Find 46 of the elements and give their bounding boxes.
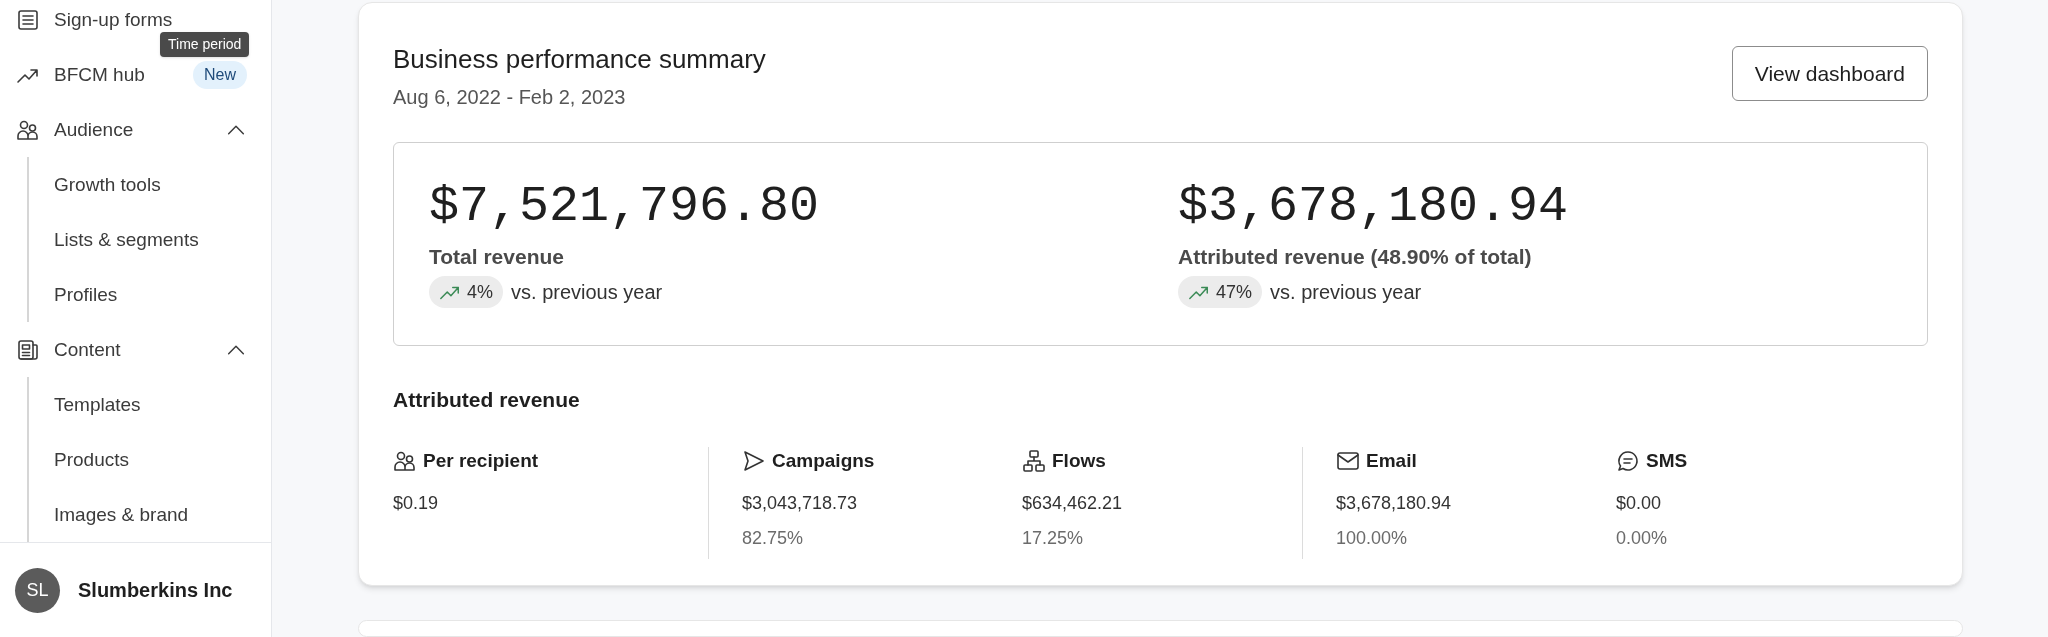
stat-share: 100.00% <box>1336 526 1409 550</box>
sidebar-subitem[interactable]: Products <box>54 448 129 471</box>
hierarchy-icon <box>1022 449 1046 474</box>
change-badge: 4% <box>429 276 503 308</box>
account-name: Slumberkins Inc <box>78 578 233 603</box>
view-dashboard-button[interactable]: View dashboard <box>1731 46 1928 101</box>
chat-bubble-icon <box>1616 449 1640 474</box>
time-period-tooltip: Time period <box>160 32 250 57</box>
stat-label: SMS <box>1646 449 1688 473</box>
stat-label: Email <box>1366 449 1417 473</box>
stat-share: 82.75% <box>742 526 805 550</box>
stat-label: Flows <box>1052 449 1106 473</box>
stat-share: 17.25% <box>1022 526 1085 550</box>
sidebar-item[interactable]: BFCM hub <box>54 63 145 86</box>
people-icon <box>393 449 417 474</box>
sidebar-item[interactable]: Audience <box>54 118 134 141</box>
sidebar-subitem[interactable]: Profiles <box>54 283 118 306</box>
avatar-initials: SL <box>15 567 60 613</box>
send-icon <box>742 449 766 474</box>
stat-value: $3,043,718.73 <box>742 491 859 515</box>
revenue-amount: $7,521,796.80 <box>429 178 821 235</box>
sidebar-subitem[interactable]: Images & brand <box>54 503 189 526</box>
newspaper-icon <box>16 337 40 362</box>
sidebar-subitem[interactable]: Templates <box>54 393 141 416</box>
stat-value: $0.19 <box>393 491 440 515</box>
stat-value: $0.00 <box>1616 491 1663 515</box>
stat-value: $3,678,180.94 <box>1336 491 1453 515</box>
stat-label: Campaigns <box>772 449 875 473</box>
revenue-label: Attributed revenue (48.90% of total) <box>1178 243 1533 270</box>
date-range: Aug 6, 2022 - Feb 2, 2023 <box>393 84 627 110</box>
stat-label: Per recipient <box>423 449 539 473</box>
new-badge: New <box>193 60 247 89</box>
comparison-text: vs. previous year <box>1270 280 1422 305</box>
revenue-label: Total revenue <box>429 243 565 270</box>
change-badge: 47% <box>1178 276 1263 308</box>
section-title: Attributed revenue <box>393 386 581 413</box>
card-title: Business performance summary <box>393 43 766 76</box>
document-list-icon <box>16 7 40 32</box>
sidebar-subitem[interactable]: Lists & segments <box>54 228 199 251</box>
sidebar-item[interactable]: Sign-up forms <box>54 8 173 31</box>
sidebar-item[interactable]: Content <box>54 338 121 361</box>
sidebar-subitem[interactable]: Growth tools <box>54 173 161 196</box>
revenue-amount: $3,678,180.94 <box>1178 178 1570 235</box>
stat-share: 0.00% <box>1616 526 1669 550</box>
stat-value: $634,462.21 <box>1022 491 1124 515</box>
comparison-text: vs. previous year <box>511 280 663 305</box>
